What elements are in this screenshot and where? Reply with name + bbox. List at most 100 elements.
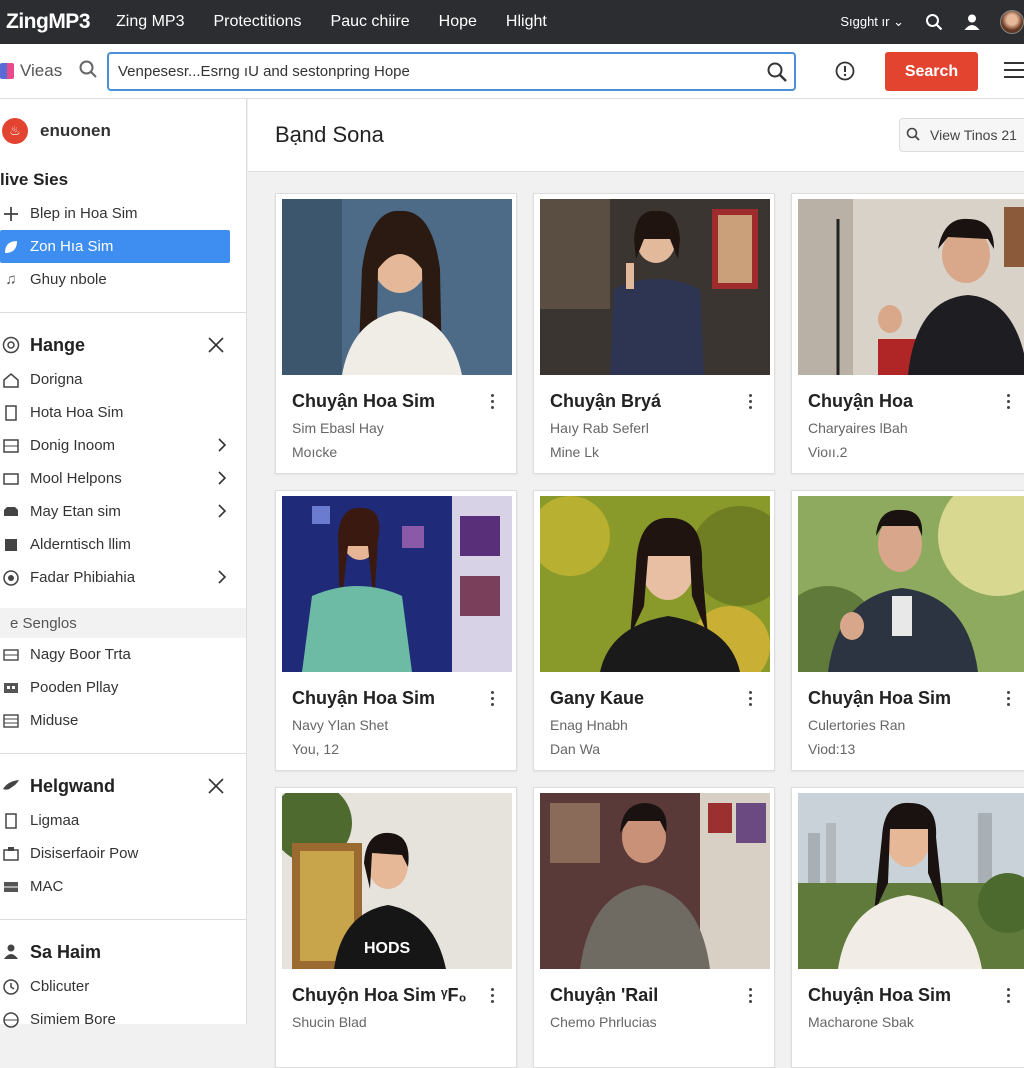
sidebar-item[interactable]: Dorigna <box>0 363 246 396</box>
sidebar-item[interactable]: Ligmaa <box>0 804 246 837</box>
sidebar-item[interactable]: ♫ Ghuy nbole <box>0 263 246 296</box>
list-icon <box>2 646 20 664</box>
divider <box>0 919 246 920</box>
sidebar-user[interactable]: ♨ enuonen <box>0 99 246 163</box>
song-title[interactable]: Chuyận Hoa Sim <box>808 985 951 1006</box>
sidebar-group-title[interactable]: Hange <box>0 327 246 363</box>
sidebar-group-title[interactable]: Sa Haim <box>0 934 246 970</box>
search-icon[interactable] <box>924 12 944 32</box>
grid-icon <box>2 679 20 697</box>
nav-item-hope[interactable]: Hope <box>439 13 477 31</box>
sign-in-dropdown[interactable]: Sıgght ır ⌄ <box>840 14 904 30</box>
close-icon[interactable] <box>207 336 225 359</box>
song-card[interactable]: Chuyận Hoa Sim Macharone Sbak <box>791 787 1024 1068</box>
song-card[interactable]: Chuyận Hoa Sim Culertories Ran Viod:13 <box>791 490 1024 771</box>
more-options-icon[interactable] <box>1007 691 1011 709</box>
search-input[interactable] <box>118 63 748 80</box>
more-options-icon[interactable] <box>491 988 495 1006</box>
song-card[interactable]: Chuyận Hoa Sim Sim Ebasl Hay Moıcke <box>275 193 517 474</box>
nav-item-hlight[interactable]: Hlight <box>506 13 547 31</box>
views-button[interactable]: Vieas <box>0 59 98 84</box>
chevron-right-icon[interactable] <box>216 437 228 457</box>
sidebar-item[interactable]: Nagy Boor Trta <box>0 638 246 671</box>
song-title[interactable]: Chuyận Hoa Sim <box>292 391 435 412</box>
sidebar-item[interactable]: Fadar Phibiahia <box>0 561 246 594</box>
nav-item-pauc-chiire[interactable]: Pauc chiire <box>331 13 410 31</box>
sidebar-item[interactable]: Hota Hoa Sim <box>0 396 246 429</box>
sidebar-item[interactable]: Alderntisch llim <box>0 528 246 561</box>
view-times-label: View Tinos 21 <box>930 127 1017 143</box>
avatar[interactable] <box>1000 10 1024 34</box>
song-artist: Navy Ylan Shet <box>292 717 389 733</box>
more-options-icon[interactable] <box>749 394 753 412</box>
sidebar-item[interactable]: Cblicuter <box>0 970 246 1003</box>
sidebar-item-label: May Etan sim <box>30 503 121 520</box>
chevron-right-icon[interactable] <box>216 569 228 589</box>
song-thumbnail[interactable] <box>798 199 1024 375</box>
song-card[interactable]: Chuyận 'Rail Chemo Phrlucias <box>533 787 775 1068</box>
sidebar-item[interactable]: May Etan sim <box>0 495 246 528</box>
hamburger-menu-icon[interactable] <box>1004 62 1024 83</box>
search-button[interactable]: Search <box>885 52 978 91</box>
song-title[interactable]: Chuyộn Hoa Sim ᵞF₀ <box>292 985 467 1006</box>
sidebar-item[interactable]: MAC <box>0 870 246 903</box>
main-header: Bạnd Sona View Tinos 21 <box>248 99 1024 172</box>
sidebar-item[interactable]: Donig Inoom <box>0 429 246 462</box>
search-submit-icon[interactable] <box>766 61 788 87</box>
song-card[interactable]: Chuyận Hoa Sim Navy Ylan Shet You, 12 <box>275 490 517 771</box>
song-title[interactable]: Chuyận Hoa <box>808 391 913 412</box>
search-field[interactable] <box>107 52 796 91</box>
song-card[interactable]: Gany Kaue Enag Hnabh Dan Wa <box>533 490 775 771</box>
chevron-right-icon[interactable] <box>216 503 228 523</box>
song-card[interactable]: Chuyận Bryá Haıy Rab Seferl Mine Lk <box>533 193 775 474</box>
song-thumbnail[interactable] <box>282 496 512 672</box>
sidebar-item[interactable]: Disiserfaoir Pow <box>0 837 246 870</box>
view-times-button[interactable]: View Tinos 21 <box>899 118 1024 152</box>
sidebar-group-title[interactable]: Helgwand <box>0 768 246 804</box>
nav-item-zing-mp3[interactable]: Zing MP3 <box>116 13 184 31</box>
chevron-right-icon[interactable] <box>216 470 228 490</box>
song-title[interactable]: Chuyận Hoa Sim <box>292 688 435 709</box>
home-icon <box>2 371 20 389</box>
song-title[interactable]: Gany Kaue <box>550 688 644 709</box>
nav-item-protections[interactable]: Protectitions <box>213 13 301 31</box>
sidebar: ♨ enuonen live Sies Blep in Hoa Sim Zon … <box>0 99 247 1028</box>
card-icon <box>2 812 20 830</box>
sidebar-item-active[interactable]: Zon Hıa Sim <box>0 230 230 263</box>
close-icon[interactable] <box>207 777 225 800</box>
chevron-down-icon: ⌄ <box>893 14 904 29</box>
user-icon[interactable] <box>962 12 982 32</box>
song-thumbnail[interactable] <box>540 199 770 375</box>
sidebar-item[interactable]: Blep in Hoa Sim <box>0 197 246 230</box>
song-title[interactable]: Chuyận Hoa Sim <box>808 688 951 709</box>
song-thumbnail[interactable] <box>540 496 770 672</box>
sidebar-item-label: MAC <box>30 878 64 895</box>
more-options-icon[interactable] <box>491 691 495 709</box>
search-icon[interactable] <box>78 59 98 84</box>
sidebar-item-label: Fadar Phibiahia <box>30 569 136 586</box>
song-title[interactable]: Chuyận 'Rail <box>550 985 658 1006</box>
song-card[interactable]: HODS Chuyộn Hoa Sim ᵞF₀ Shucin Blad <box>275 787 517 1068</box>
views-label: Vieas <box>20 61 63 80</box>
group-title-label: Helgwand <box>30 775 116 796</box>
badge-icon <box>2 536 20 554</box>
song-title[interactable]: Chuyận Bryá <box>550 391 661 412</box>
sidebar-user-name: enuonen <box>40 121 111 140</box>
song-thumbnail[interactable] <box>282 199 512 375</box>
info-icon[interactable] <box>834 60 856 87</box>
song-thumbnail[interactable]: HODS <box>282 793 512 969</box>
more-options-icon[interactable] <box>1007 394 1011 412</box>
more-options-icon[interactable] <box>749 691 753 709</box>
song-card[interactable]: Chuyận Hoa Charyaires lBah Vioıı.2 <box>791 193 1024 474</box>
sidebar-item[interactable]: Simiem Bore <box>0 1003 246 1036</box>
app-logo[interactable]: ZingMP3 <box>6 10 91 34</box>
more-options-icon[interactable] <box>749 988 753 1006</box>
sidebar-item[interactable]: Mool Helpons <box>0 462 246 495</box>
song-thumbnail[interactable] <box>798 793 1024 969</box>
more-options-icon[interactable] <box>1007 988 1011 1006</box>
song-thumbnail[interactable] <box>540 793 770 969</box>
song-thumbnail[interactable] <box>798 496 1024 672</box>
more-options-icon[interactable] <box>491 394 495 412</box>
sidebar-item[interactable]: Pooden Pllay <box>0 671 246 704</box>
sidebar-item[interactable]: Miduse <box>0 704 246 737</box>
